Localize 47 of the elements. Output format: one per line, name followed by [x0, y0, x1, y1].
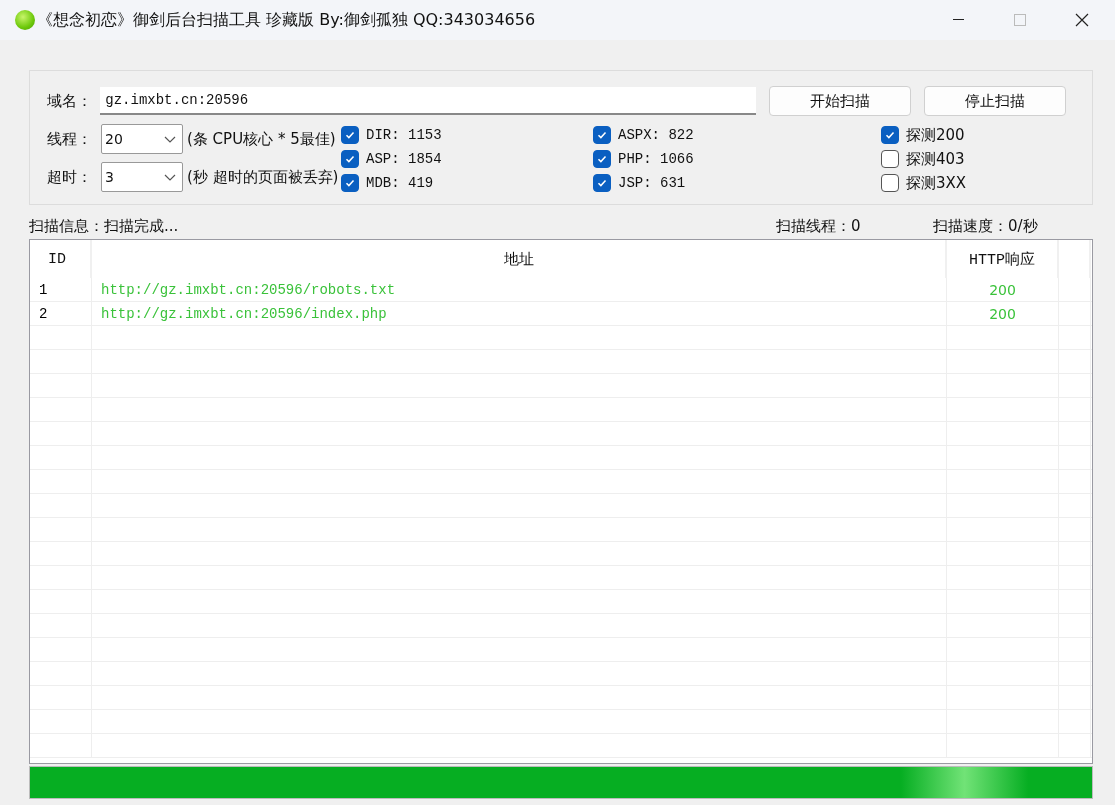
checkbox[interactable] — [341, 126, 359, 144]
http-response-column-header[interactable]: HTTP响应 — [947, 240, 1059, 278]
domain-label: 域名： — [47, 91, 93, 111]
threads-label: 线程： — [47, 129, 93, 149]
id-column-header[interactable]: ID — [30, 240, 92, 278]
status-code-cell: 200 — [947, 278, 1059, 301]
timeout-dropdown[interactable]: 3 — [101, 162, 183, 192]
app-logo-icon — [15, 10, 35, 30]
checkbox[interactable] — [881, 150, 899, 168]
window-title: 《想念初恋》御剑后台扫描工具 珍藏版 By:御剑孤独 QQ:343034656 — [37, 9, 537, 31]
url-cell: http://gz.imxbt.cn:20596/robots.txt — [92, 278, 947, 301]
probe-option-label: 探测200 — [906, 125, 965, 145]
dictionary-option-label: MDB: 419 — [366, 175, 434, 191]
status-code-cell: 200 — [947, 302, 1059, 325]
dictionary-option-label: DIR: 1153 — [366, 127, 442, 143]
probe-option-label: 探测3XX — [906, 173, 967, 193]
maximize-icon — [1014, 14, 1026, 26]
checkbox[interactable] — [881, 174, 899, 192]
stop-scan-button[interactable]: 停止扫描 — [923, 86, 1066, 116]
chevron-down-icon — [164, 135, 176, 143]
threads-hint: (条 CPU核心 * 5最佳) — [187, 129, 336, 149]
scan-info-text: 扫描信息：扫描完成... — [29, 217, 180, 236]
scan-speed-text: 扫描速度：0/秒 — [933, 217, 1038, 236]
domain-input-field[interactable]: gz.imxbt.cn:20596 — [100, 87, 756, 115]
url-cell: http://gz.imxbt.cn:20596/index.php — [92, 302, 947, 325]
dictionary-option-label: ASP: 1854 — [366, 151, 442, 167]
address-column-header[interactable]: 地址 — [92, 240, 947, 278]
checkbox[interactable] — [593, 174, 611, 192]
timeout-hint: (秒 超时的页面被丢弃) — [187, 167, 339, 187]
id-cell: 1 — [30, 278, 92, 301]
close-icon — [1075, 13, 1089, 27]
checkbox[interactable] — [593, 150, 611, 168]
threads-dropdown[interactable]: 20 — [101, 124, 183, 154]
checkbox[interactable] — [341, 174, 359, 192]
start-scan-button[interactable]: 开始扫描 — [768, 86, 911, 116]
dictionary-option-label: PHP: 1066 — [618, 151, 694, 167]
checkbox[interactable] — [341, 150, 359, 168]
scan-threads-text: 扫描线程：0 — [776, 217, 862, 236]
dictionary-option-label: ASPX: 822 — [618, 127, 694, 143]
dictionary-option-label: JSP: 631 — [618, 175, 686, 191]
checkbox[interactable] — [593, 126, 611, 144]
minimize-icon — [952, 19, 964, 21]
id-cell: 2 — [30, 302, 92, 325]
checkbox[interactable] — [881, 126, 899, 144]
timeout-label: 超时： — [47, 167, 93, 187]
chevron-down-icon — [164, 173, 176, 181]
probe-option-label: 探测403 — [906, 149, 965, 169]
